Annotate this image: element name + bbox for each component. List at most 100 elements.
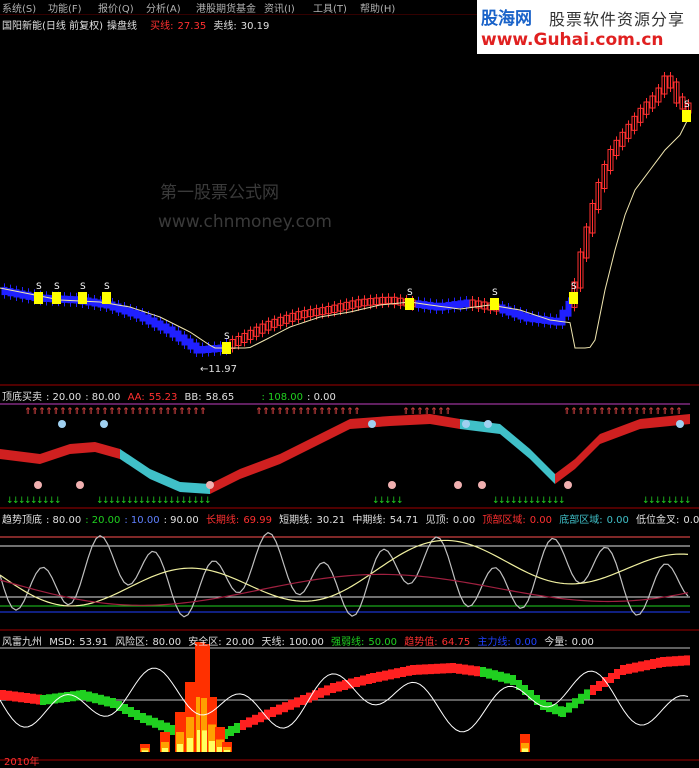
panel2-graphics: ↓↓↓↓↓↓↓↓↓ ↓↓↓↓↓↓↓↓↓↓↓↓↓↓↓↓↓↓↓ ↓↓↓↓↓ ↓↓↓↓↓↓↓…: [0, 403, 692, 506]
trend-step: [270, 707, 276, 717]
trend-label: 趋势值:: [404, 637, 438, 648]
trend-step: [300, 695, 306, 705]
trend-step: [450, 663, 456, 673]
trend-step: [134, 710, 140, 720]
trend-step: [64, 692, 70, 702]
trend-step: [240, 720, 246, 730]
msd-label: MSD:: [49, 637, 76, 648]
signal-box: [222, 342, 231, 354]
trend-step: [540, 700, 546, 710]
trend-step: [468, 665, 474, 676]
down-arrow: ↓: [54, 496, 62, 506]
ribbon-segment: [40, 444, 70, 464]
trend-step: [52, 693, 58, 704]
volume-bar-core: [209, 741, 215, 752]
bottom-dot: [564, 481, 572, 489]
ribbon-segment: [70, 442, 95, 454]
trend-step: [376, 671, 382, 682]
trend-step: [578, 693, 584, 704]
trend-step: [684, 655, 690, 666]
ribbon-segment: [240, 454, 280, 479]
trend-step: [158, 720, 164, 731]
down-arrow: ↓: [204, 496, 212, 506]
candle-body: [169, 326, 176, 338]
bottom-dot: [388, 481, 396, 489]
trend-step: [46, 694, 52, 705]
trend-step: [12, 691, 18, 702]
top-label: 见顶:: [425, 515, 449, 526]
panel3-p1: : 80.00: [46, 515, 82, 526]
trend-step: [40, 695, 46, 705]
trend-step: [282, 702, 288, 713]
trend-step: [650, 659, 656, 669]
aa-value: 55.23: [148, 392, 178, 403]
candle-body: [91, 298, 98, 307]
trend-step: [24, 693, 30, 703]
panel3-p4: : 90.00: [163, 515, 199, 526]
trend-step: [400, 667, 406, 677]
trend-step: [140, 713, 146, 723]
candle-body: [121, 305, 128, 315]
trend-step: [410, 665, 416, 675]
trend-step: [486, 668, 492, 679]
safe-zone-value: 20.00: [225, 637, 255, 648]
trend-step: [324, 685, 330, 696]
panel2-v3: : 108.00: [261, 392, 304, 403]
trend-step: [626, 663, 632, 674]
candle-body: [139, 311, 146, 322]
signal-box: [569, 292, 578, 304]
trend-step: [370, 673, 376, 683]
ribbon-segment: [95, 442, 120, 459]
trend-step: [228, 726, 234, 736]
candle-body: [199, 346, 206, 354]
trend-step: [678, 655, 684, 666]
main-force-label: 主力线:: [477, 637, 511, 648]
candle-body: [67, 295, 74, 304]
candle-body: [193, 342, 200, 354]
trend-step: [672, 656, 678, 667]
today-volume-value: 0.00: [571, 637, 594, 648]
trend-step: [474, 666, 480, 677]
signal-letter: S: [224, 332, 230, 342]
candle-body: [451, 301, 458, 309]
trend-step: [590, 685, 596, 695]
trend-step: [666, 656, 672, 667]
trend-step: [416, 664, 422, 675]
top-dot: [100, 420, 108, 428]
candle-body: [181, 334, 188, 346]
candle-body: [499, 304, 506, 314]
volume-bar-core: [142, 750, 148, 752]
trend-step: [498, 671, 504, 682]
msd-value: 53.91: [79, 637, 108, 648]
candle-body: [559, 309, 566, 326]
signal-box: [405, 298, 414, 310]
candle-body: [517, 310, 524, 320]
long-label: 长期线:: [205, 515, 240, 526]
trend-step: [480, 667, 486, 677]
trend-step: [110, 698, 116, 708]
signal-box: [34, 292, 43, 304]
bottom-area-value: 0.00: [606, 515, 629, 526]
trend-step: [98, 694, 104, 705]
trend-step: [388, 669, 394, 680]
trend-step: [128, 707, 134, 717]
trend-step: [596, 681, 602, 691]
candle-body: [463, 299, 470, 308]
sky-line-value: 100.00: [288, 637, 324, 648]
trend-step: [638, 661, 644, 672]
signal-letter: S: [36, 282, 42, 292]
risk-area-label: 顶部区域:: [482, 515, 526, 526]
trend-step: [566, 702, 572, 713]
volume-bar-core: [162, 748, 168, 752]
signal-box: [490, 298, 499, 310]
low-price-marker: ←11.97: [200, 364, 238, 375]
trend-step: [276, 704, 282, 715]
risk-zone-value: 80.00: [152, 637, 182, 648]
bottom-dot: [478, 481, 486, 489]
bb-value: 58.65: [205, 392, 235, 403]
top-dot: [368, 420, 376, 428]
risk-zone-label: 风险区:: [115, 637, 149, 648]
bottom-dot: [76, 481, 84, 489]
ribbon-segment: [0, 449, 40, 464]
ribbon-segment: [320, 419, 350, 444]
